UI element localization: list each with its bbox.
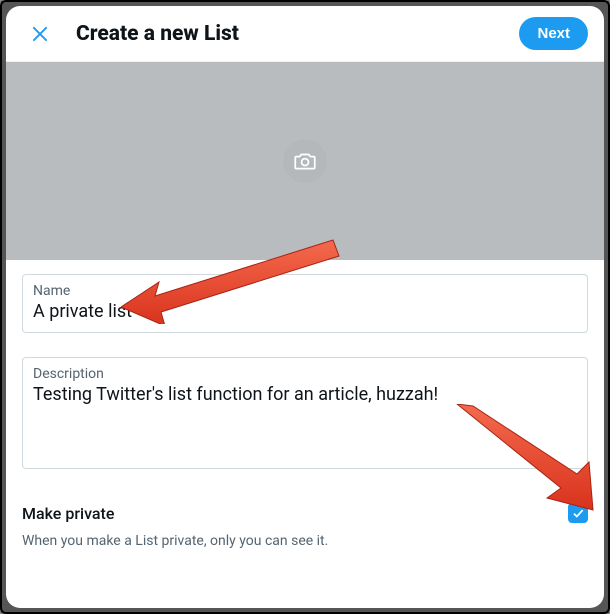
close-icon [30, 24, 50, 44]
screenshot-frame: Create a new List Next Name Description [0, 0, 610, 614]
name-label: Name [33, 283, 577, 299]
banner-image-area[interactable] [6, 62, 604, 260]
check-icon [571, 506, 585, 520]
description-field[interactable]: Description [22, 357, 588, 469]
add-banner-photo-button[interactable] [283, 139, 327, 183]
make-private-row: Make private [6, 493, 604, 525]
make-private-help: When you make a List private, only you c… [6, 525, 604, 557]
create-list-modal: Create a new List Next Name Description [6, 6, 604, 608]
next-button[interactable]: Next [519, 17, 588, 50]
name-field[interactable]: Name [22, 274, 588, 333]
name-input[interactable] [33, 301, 577, 322]
description-label: Description [33, 366, 577, 382]
make-private-checkbox[interactable] [568, 503, 588, 523]
description-input[interactable] [33, 384, 577, 454]
make-private-label: Make private [22, 504, 114, 523]
close-button[interactable] [22, 16, 58, 52]
camera-icon [292, 148, 318, 174]
modal-header: Create a new List Next [6, 6, 604, 62]
modal-title: Create a new List [76, 22, 519, 46]
form-area: Name Description [6, 260, 604, 493]
